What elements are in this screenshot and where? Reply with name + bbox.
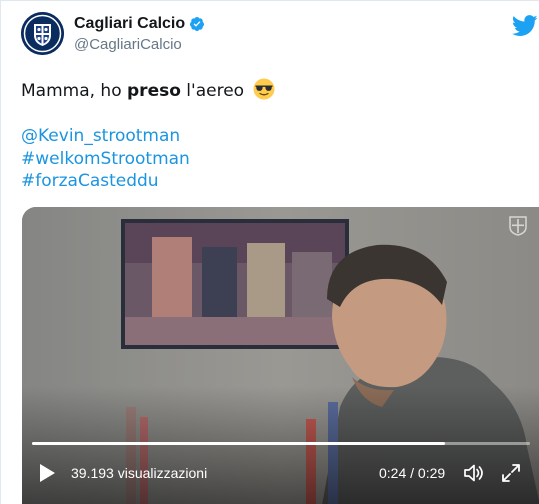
twitter-logo-icon[interactable] — [512, 15, 538, 37]
video-controls: 39.193 visualizzazioni 0:24 / 0:29 — [22, 459, 539, 489]
play-icon[interactable] — [37, 463, 57, 483]
progress-bar[interactable] — [32, 442, 530, 445]
hashtag-link[interactable]: #forzaCasteddu — [21, 170, 190, 193]
expand-icon[interactable] — [501, 463, 521, 483]
sunglasses-emoji-icon — [253, 78, 275, 100]
volume-icon[interactable] — [463, 463, 485, 483]
cagliari-crest-icon — [21, 12, 64, 55]
author-name-row: Cagliari Calcio — [74, 15, 205, 33]
view-count: 39.193 visualizzazioni — [71, 465, 208, 481]
video-player[interactable]: 39.193 visualizzazioni 0:24 / 0:29 — [22, 207, 539, 504]
verified-badge-icon — [190, 17, 205, 31]
author-name[interactable]: Cagliari Calcio — [74, 15, 185, 33]
avatar[interactable] — [21, 12, 64, 55]
tweet-text-start: Mamma, ho — [21, 81, 128, 101]
progress-fill — [32, 442, 446, 445]
tweet-text-bold: preso — [127, 81, 181, 101]
video-time: 0:24 / 0:29 — [379, 465, 446, 481]
tweet-links: @Kevin_strootman #welkomStrootman #forza… — [21, 125, 190, 193]
tweet-card: Cagliari Calcio @CagliariCalcio Mamma, h… — [0, 0, 539, 504]
cagliari-crest-icon — [509, 216, 527, 236]
mention-link[interactable]: @Kevin_strootman — [21, 125, 190, 148]
author-handle[interactable]: @CagliariCalcio — [74, 36, 205, 53]
author-block: Cagliari Calcio @CagliariCalcio — [74, 15, 205, 53]
tweet-text: Mamma, ho preso l'aereo — [21, 78, 275, 102]
tweet-text-end: l'aereo — [180, 81, 245, 101]
hashtag-link[interactable]: #welkomStrootman — [21, 148, 190, 171]
